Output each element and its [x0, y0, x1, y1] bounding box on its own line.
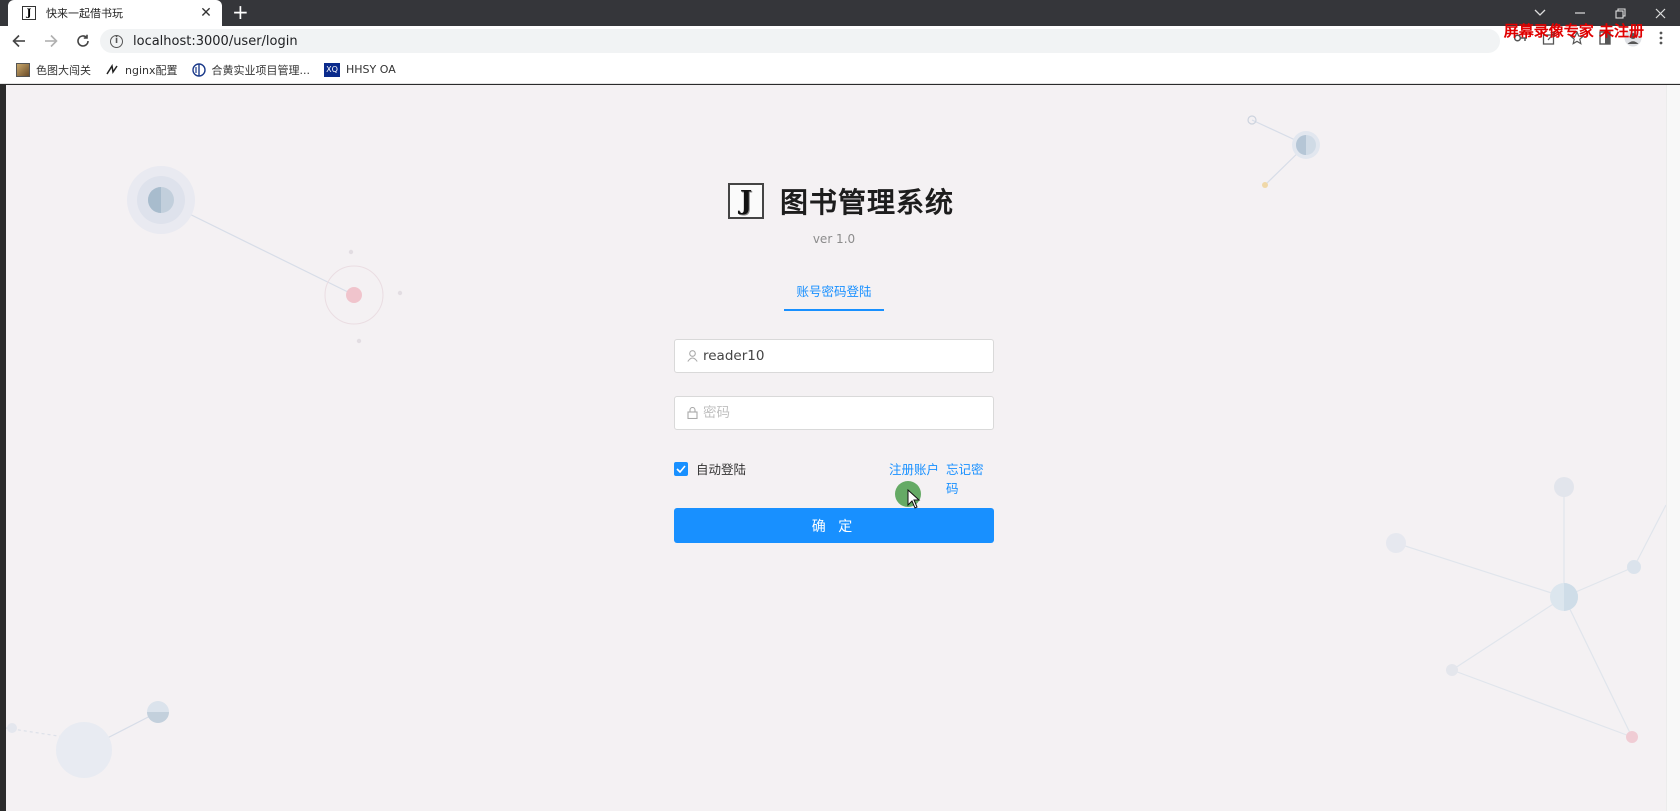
browser-titlebar: J 快来一起借书玩 ✕ + [0, 0, 1680, 26]
menu-icon[interactable] [1652, 29, 1670, 47]
tab-favicon-icon: J [22, 6, 36, 20]
url-text: localhost:3000/user/login [133, 33, 298, 49]
bookmark-label: 合黄实业项目管理... [211, 63, 311, 77]
image-icon [16, 62, 30, 77]
bookmark-item[interactable]: nginx配置 [105, 62, 178, 78]
remember-checkbox[interactable]: 自动登陆 [674, 459, 746, 478]
submit-button[interactable]: 确 定 [674, 508, 994, 543]
close-icon[interactable]: ✕ [198, 5, 214, 21]
bookmark-item[interactable]: XQ HHSY OA [324, 62, 396, 77]
browser-tab[interactable]: J 快来一起借书玩 ✕ [8, 0, 222, 26]
new-tab-button[interactable]: + [232, 2, 249, 22]
tab-account-login[interactable]: 账号密码登陆 [784, 281, 884, 311]
login-options: 自动登陆 注册账户 忘记密码 [674, 459, 994, 496]
checkbox-checked-icon[interactable] [674, 461, 688, 476]
user-icon [685, 349, 699, 363]
close-window-icon[interactable] [1640, 0, 1680, 26]
nginx-icon [105, 63, 119, 77]
login-tabs: 账号密码登陆 [674, 281, 994, 311]
brand-header: J 图书管理系统 [728, 181, 954, 221]
tab-title: 快来一起借书玩 [46, 7, 123, 20]
page-viewport: J 图书管理系统 ver 1.0 账号密码登陆 自动登陆 [6, 85, 1666, 811]
bookmark-label: HHSY OA [346, 63, 396, 76]
username-field[interactable] [674, 339, 994, 373]
bookmarks-bar: 色图大闯关 nginx配置 合黄实业项目管理... XQ HHSY OA [0, 56, 1680, 84]
back-arrow-icon[interactable] [6, 28, 32, 54]
recorder-watermark: 屏幕录像专家 未注册 [1503, 22, 1644, 40]
bookmark-label: nginx配置 [125, 63, 178, 77]
site-info-icon[interactable]: i [110, 34, 123, 48]
password-input[interactable] [703, 405, 973, 421]
address-bar[interactable]: i localhost:3000/user/login [100, 29, 1500, 53]
version-text: ver 1.0 [812, 232, 856, 246]
reload-icon[interactable] [70, 28, 96, 54]
password-field[interactable] [674, 396, 994, 430]
bookmark-item[interactable]: 合黄实业项目管理... [191, 62, 311, 78]
project-icon [191, 62, 206, 77]
mouse-cursor-icon [907, 489, 921, 509]
forgot-password-link[interactable]: 忘记密码 [946, 459, 994, 497]
xq-icon: XQ [324, 62, 340, 77]
register-link[interactable]: 注册账户 [889, 459, 939, 478]
browser-toolbar: i localhost:3000/user/login [0, 26, 1680, 56]
bookmark-label: 色图大闯关 [36, 63, 91, 77]
bookmark-item[interactable]: 色图大闯关 [16, 62, 91, 78]
forward-arrow-icon[interactable] [38, 28, 64, 54]
tab-ink-bar [784, 309, 884, 311]
username-input[interactable] [703, 348, 973, 364]
page-title: 图书管理系统 [780, 186, 955, 219]
app-logo: J [728, 183, 764, 219]
page-scrollbar[interactable] [1666, 85, 1680, 811]
remember-label: 自动登陆 [696, 462, 747, 477]
login-panel: J 图书管理系统 ver 1.0 账号密码登陆 自动登陆 [674, 85, 994, 811]
lock-icon [685, 406, 699, 420]
